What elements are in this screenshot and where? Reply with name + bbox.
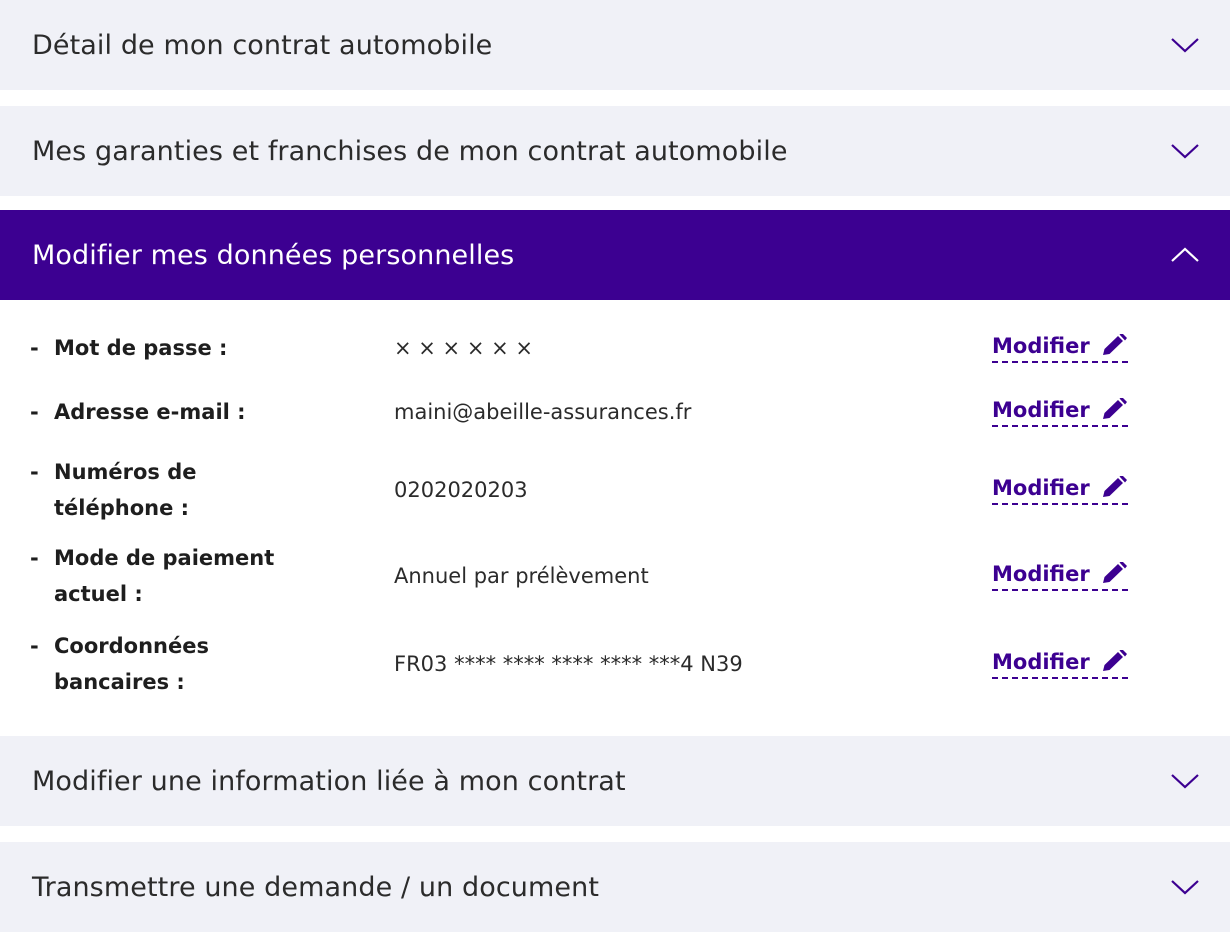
chevron-down-icon xyxy=(1171,774,1199,789)
chevron-down-icon xyxy=(1171,38,1199,53)
pencil-icon xyxy=(1102,397,1127,419)
personal-data-row-password: - Mot de passe : × × × × × × Modifier xyxy=(30,330,1200,366)
modify-label: Modifier xyxy=(992,475,1090,500)
section-guarantees-header[interactable]: Mes garanties et franchises de mon contr… xyxy=(0,106,1230,196)
accordion: Détail de mon contrat automobile Mes gar… xyxy=(0,0,1230,932)
row-dash: - xyxy=(30,460,39,484)
section-contract-details-header[interactable]: Détail de mon contrat automobile xyxy=(0,0,1230,90)
row-dash: - xyxy=(30,546,39,570)
pencil-icon xyxy=(1102,561,1127,583)
section-title: Détail de mon contrat automobile xyxy=(32,29,493,61)
row-value: × × × × × × xyxy=(394,336,533,360)
section-send-request-header[interactable]: Transmettre une demande / un document xyxy=(0,842,1230,932)
row-label: Adresse e-mail : xyxy=(54,400,246,424)
personal-data-row-email: - Adresse e-mail : maini@abeille-assuran… xyxy=(30,394,1200,430)
row-label: Coordonnées bancaires : xyxy=(54,634,209,694)
pencil-icon xyxy=(1102,333,1127,355)
pencil-icon xyxy=(1102,649,1127,671)
section-contract-info-header[interactable]: Modifier une information liée à mon cont… xyxy=(0,736,1230,826)
modify-label: Modifier xyxy=(992,333,1090,358)
modify-phone-button[interactable]: Modifier xyxy=(992,475,1128,505)
chevron-down-icon xyxy=(1171,880,1199,895)
modify-label: Modifier xyxy=(992,649,1090,674)
row-value: 0202020203 xyxy=(394,478,528,502)
row-dash: - xyxy=(30,400,39,424)
chevron-down-icon xyxy=(1171,144,1199,159)
section-title: Transmettre une demande / un document xyxy=(32,871,600,903)
section-personal-data-header[interactable]: Modifier mes données personnelles xyxy=(0,210,1230,300)
section-title: Modifier une information liée à mon cont… xyxy=(32,765,626,797)
modify-label: Modifier xyxy=(992,397,1090,422)
section-title: Mes garanties et franchises de mon contr… xyxy=(32,135,788,167)
modify-label: Modifier xyxy=(992,561,1090,586)
modify-bank-details-button[interactable]: Modifier xyxy=(992,649,1128,679)
modify-email-button[interactable]: Modifier xyxy=(992,397,1128,427)
personal-data-row-bank-details: - Coordonnées bancaires : FR03 **** ****… xyxy=(30,628,1200,700)
row-dash: - xyxy=(30,336,39,360)
modify-payment-mode-button[interactable]: Modifier xyxy=(992,561,1128,591)
personal-data-panel: - Mot de passe : × × × × × × Modifier - … xyxy=(0,300,1230,736)
row-dash: - xyxy=(30,634,39,658)
row-value: FR03 **** **** **** **** ***4 N39 xyxy=(394,652,743,676)
personal-data-row-phone: - Numéros de téléphone : 0202020203 Modi… xyxy=(30,454,1200,526)
row-value: maini@abeille-assurances.fr xyxy=(394,400,692,424)
personal-data-row-payment-mode: - Mode de paiement actuel : Annuel par p… xyxy=(30,540,1200,612)
pencil-icon xyxy=(1102,475,1127,497)
modify-password-button[interactable]: Modifier xyxy=(992,333,1128,363)
row-value: Annuel par prélèvement xyxy=(394,564,649,588)
row-label: Numéros de téléphone : xyxy=(54,460,197,520)
chevron-up-icon xyxy=(1171,247,1199,262)
row-label: Mode de paiement actuel : xyxy=(54,546,275,606)
section-title: Modifier mes données personnelles xyxy=(32,239,515,271)
row-label: Mot de passe : xyxy=(54,336,228,360)
